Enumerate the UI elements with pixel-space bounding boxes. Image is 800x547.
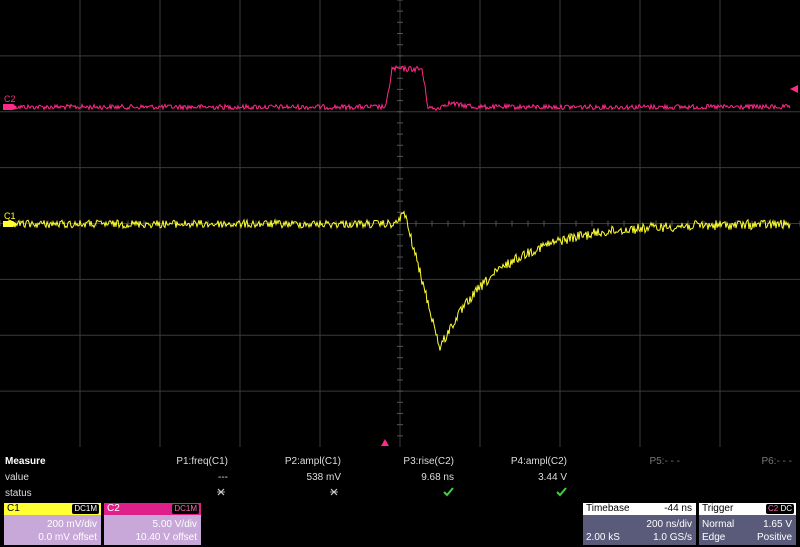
trigger-descriptor[interactable]: Trigger C2 DC Normal 1.65 V Edge Positiv… — [699, 503, 796, 545]
c1-name: C1 — [7, 503, 20, 514]
c2-coupling: DC1M — [172, 504, 199, 514]
trigger-title: Trigger — [702, 503, 734, 514]
timebase-rate: 1.0 GS/s — [653, 532, 692, 543]
p5-name[interactable]: P5:- - - — [649, 456, 680, 467]
measure-title: Measure — [5, 456, 46, 467]
waveform-display: C2 C1 — [0, 0, 800, 447]
status-row-label: status — [5, 488, 32, 499]
timebase-delay: -44 ns — [664, 503, 692, 514]
timebase-samples: 2.00 kS — [586, 532, 620, 543]
c1-descriptor[interactable]: C1 DC1M 200 mV/div 0.0 mV offset — [4, 503, 101, 545]
p6-name[interactable]: P6:- - - — [761, 456, 792, 467]
p4-value: 3.44 V — [538, 472, 567, 483]
c1-offset: 0.0 mV offset — [38, 532, 97, 543]
p1-value: --- — [218, 472, 228, 483]
c1-marker-label: C1 — [4, 211, 16, 221]
p2-value: 538 mV — [306, 472, 341, 483]
trigger-type: Edge — [702, 532, 726, 543]
timebase-title: Timebase — [586, 503, 630, 514]
p1-name[interactable]: P1:freq(C1) — [176, 456, 228, 467]
value-row-label: value — [5, 472, 29, 483]
timebase-descriptor[interactable]: Timebase -44 ns 200 ns/div 2.00 kS 1.0 G… — [583, 503, 696, 545]
trigger-mode: Normal — [702, 519, 735, 530]
p3-name[interactable]: P3:rise(C2) — [403, 456, 454, 467]
check-icon — [443, 487, 454, 500]
timebase-header: Timebase -44 ns — [583, 503, 696, 515]
p3-value: 9.68 ns — [421, 472, 454, 483]
c2-name: C2 — [107, 503, 120, 514]
measure-table: Measure P1:freq(C1) P2:ampl(C1) P3:rise(… — [0, 452, 800, 502]
x-icon — [216, 487, 226, 500]
c1-vdiv: 200 mV/div — [46, 519, 97, 530]
c2-marker-label: C2 — [4, 94, 16, 104]
trigger-slope: Positive — [756, 532, 792, 543]
trigger-level: 1.65 V — [763, 519, 792, 530]
p2-name[interactable]: P2:ampl(C1) — [285, 456, 341, 467]
c2-header: C2 DC1M — [104, 503, 201, 515]
trigger-source-tag: C2 DC — [765, 504, 794, 514]
c2-vdiv: 5.00 V/div — [152, 519, 197, 530]
c2-offset: 10.40 V offset — [135, 532, 197, 543]
c2-descriptor[interactable]: C2 DC1M 5.00 V/div 10.40 V offset — [104, 503, 201, 545]
c1-header: C1 DC1M — [4, 503, 101, 515]
c1-coupling: DC1M — [72, 504, 99, 514]
timebase-tdiv: 200 ns/div — [646, 519, 692, 530]
check-icon — [556, 487, 567, 500]
trigger-coupling: DC — [780, 504, 792, 513]
trigger-source: C2 — [767, 504, 779, 513]
trigger-header: Trigger C2 DC — [699, 503, 796, 515]
x-icon — [329, 487, 339, 500]
p4-name[interactable]: P4:ampl(C2) — [511, 456, 567, 467]
